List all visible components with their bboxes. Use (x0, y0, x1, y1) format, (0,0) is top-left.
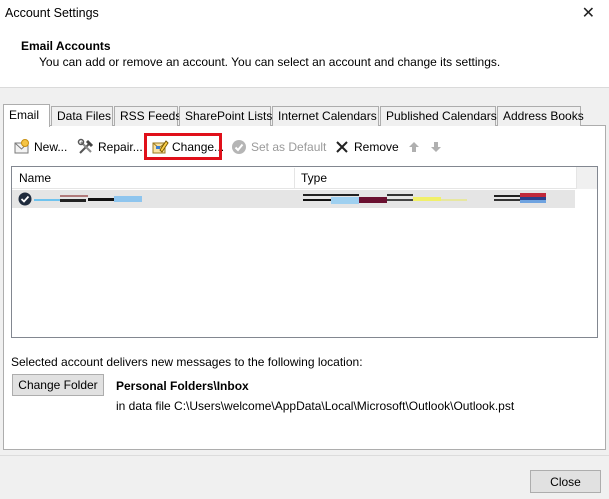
new-account-icon (13, 138, 31, 156)
delivery-data-file-path: in data file C:\Users\welcome\AppData\Lo… (116, 399, 515, 413)
footer-divider (0, 455, 609, 456)
tab-email[interactable]: Email (3, 104, 50, 127)
delivery-folder: Personal Folders\Inbox (116, 379, 249, 393)
close-button[interactable]: Close (530, 470, 601, 493)
remove-button[interactable]: Remove (330, 134, 402, 160)
arrow-down-icon (427, 138, 445, 156)
repair-button[interactable]: Repair... (74, 134, 146, 160)
repair-tools-icon (77, 138, 95, 156)
account-row[interactable] (12, 190, 575, 208)
checkmark-circle-icon (230, 138, 248, 156)
account-list[interactable]: Name Type (11, 166, 598, 338)
change-button-label: Change... (172, 140, 225, 154)
column-header-name[interactable]: Name (19, 171, 51, 185)
header-title: Email Accounts (21, 39, 111, 53)
set-as-default-label: Set as Default (251, 140, 327, 154)
column-separator[interactable] (294, 168, 295, 188)
tab-data-files[interactable]: Data Files (51, 106, 113, 126)
window-title: Account Settings (5, 6, 99, 20)
change-button[interactable]: Change... (148, 134, 227, 160)
new-button-label: New... (34, 140, 68, 154)
tab-rss-feeds[interactable]: RSS Feeds (114, 106, 181, 126)
delivery-description: Selected account delivers new messages t… (11, 355, 363, 369)
set-as-default-button[interactable]: Set as Default (227, 134, 329, 160)
tab-sharepoint-lists[interactable]: SharePoint Lists (179, 106, 272, 126)
list-header: Name Type (12, 167, 577, 189)
remove-x-icon (333, 138, 351, 156)
column-header-type[interactable]: Type (301, 171, 327, 185)
tab-internet-calendars[interactable]: Internet Calendars (272, 106, 379, 126)
tab-address-books[interactable]: Address Books (497, 106, 584, 126)
header-filler (576, 167, 597, 189)
repair-button-label: Repair... (98, 140, 143, 154)
toolbar: New... Repair... Change... Set as Defaul… (10, 134, 450, 160)
move-down-button[interactable] (424, 134, 451, 160)
new-button[interactable]: New... (10, 134, 70, 160)
change-account-icon (151, 138, 169, 156)
default-account-check-icon (18, 192, 32, 206)
close-icon[interactable]: ✕ (582, 3, 595, 22)
tab-published-calendars[interactable]: Published Calendars (380, 106, 497, 126)
arrow-up-icon (405, 138, 423, 156)
title-bar: Account Settings ✕ (0, 0, 609, 28)
header-description: You can add or remove an account. You ca… (39, 55, 501, 69)
change-folder-button[interactable]: Change Folder (12, 374, 104, 396)
remove-button-label: Remove (354, 140, 399, 154)
header-band: Email Accounts You can add or remove an … (0, 28, 609, 88)
